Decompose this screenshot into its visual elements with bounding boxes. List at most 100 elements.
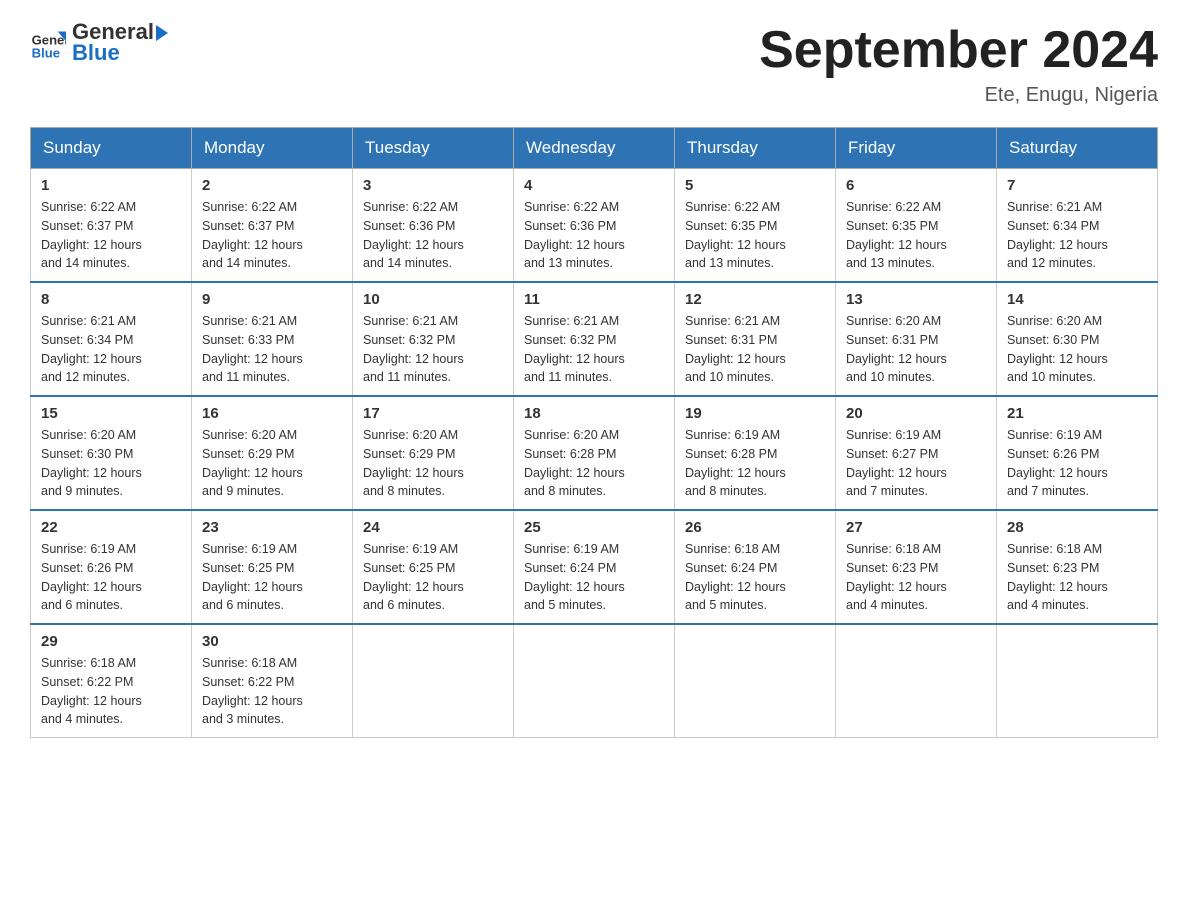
svg-text:Blue: Blue <box>32 46 60 61</box>
day-number: 21 <box>1007 405 1147 422</box>
day-info: Sunrise: 6:21 AM Sunset: 6:33 PM Dayligh… <box>202 312 342 387</box>
day-info: Sunrise: 6:22 AM Sunset: 6:37 PM Dayligh… <box>202 198 342 273</box>
table-row: 5 Sunrise: 6:22 AM Sunset: 6:35 PM Dayli… <box>675 169 836 283</box>
day-info: Sunrise: 6:21 AM Sunset: 6:32 PM Dayligh… <box>524 312 664 387</box>
calendar-week-row: 8 Sunrise: 6:21 AM Sunset: 6:34 PM Dayli… <box>31 282 1158 396</box>
calendar-week-row: 22 Sunrise: 6:19 AM Sunset: 6:26 PM Dayl… <box>31 510 1158 624</box>
table-row: 7 Sunrise: 6:21 AM Sunset: 6:34 PM Dayli… <box>997 169 1158 283</box>
calendar-week-row: 29 Sunrise: 6:18 AM Sunset: 6:22 PM Dayl… <box>31 624 1158 738</box>
table-row: 10 Sunrise: 6:21 AM Sunset: 6:32 PM Dayl… <box>353 282 514 396</box>
table-row: 2 Sunrise: 6:22 AM Sunset: 6:37 PM Dayli… <box>192 169 353 283</box>
col-thursday: Thursday <box>675 128 836 169</box>
day-number: 14 <box>1007 291 1147 308</box>
calendar-week-row: 15 Sunrise: 6:20 AM Sunset: 6:30 PM Dayl… <box>31 396 1158 510</box>
day-info: Sunrise: 6:18 AM Sunset: 6:23 PM Dayligh… <box>1007 540 1147 615</box>
table-row: 15 Sunrise: 6:20 AM Sunset: 6:30 PM Dayl… <box>31 396 192 510</box>
day-info: Sunrise: 6:20 AM Sunset: 6:29 PM Dayligh… <box>202 426 342 501</box>
day-number: 13 <box>846 291 986 308</box>
table-row: 30 Sunrise: 6:18 AM Sunset: 6:22 PM Dayl… <box>192 624 353 738</box>
day-info: Sunrise: 6:20 AM Sunset: 6:28 PM Dayligh… <box>524 426 664 501</box>
day-number: 11 <box>524 291 664 308</box>
day-number: 15 <box>41 405 181 422</box>
table-row: 12 Sunrise: 6:21 AM Sunset: 6:31 PM Dayl… <box>675 282 836 396</box>
table-row: 26 Sunrise: 6:18 AM Sunset: 6:24 PM Dayl… <box>675 510 836 624</box>
day-number: 27 <box>846 519 986 536</box>
day-info: Sunrise: 6:19 AM Sunset: 6:27 PM Dayligh… <box>846 426 986 501</box>
day-info: Sunrise: 6:18 AM Sunset: 6:23 PM Dayligh… <box>846 540 986 615</box>
table-row: 11 Sunrise: 6:21 AM Sunset: 6:32 PM Dayl… <box>514 282 675 396</box>
day-info: Sunrise: 6:18 AM Sunset: 6:22 PM Dayligh… <box>41 654 181 729</box>
table-row: 6 Sunrise: 6:22 AM Sunset: 6:35 PM Dayli… <box>836 169 997 283</box>
day-info: Sunrise: 6:18 AM Sunset: 6:24 PM Dayligh… <box>685 540 825 615</box>
day-number: 18 <box>524 405 664 422</box>
col-sunday: Sunday <box>31 128 192 169</box>
day-number: 30 <box>202 633 342 650</box>
table-row <box>675 624 836 738</box>
day-number: 29 <box>41 633 181 650</box>
table-row: 20 Sunrise: 6:19 AM Sunset: 6:27 PM Dayl… <box>836 396 997 510</box>
table-row: 3 Sunrise: 6:22 AM Sunset: 6:36 PM Dayli… <box>353 169 514 283</box>
day-info: Sunrise: 6:19 AM Sunset: 6:25 PM Dayligh… <box>363 540 503 615</box>
day-number: 4 <box>524 177 664 194</box>
day-number: 16 <box>202 405 342 422</box>
day-info: Sunrise: 6:19 AM Sunset: 6:26 PM Dayligh… <box>1007 426 1147 501</box>
table-row: 18 Sunrise: 6:20 AM Sunset: 6:28 PM Dayl… <box>514 396 675 510</box>
day-info: Sunrise: 6:19 AM Sunset: 6:28 PM Dayligh… <box>685 426 825 501</box>
table-row: 29 Sunrise: 6:18 AM Sunset: 6:22 PM Dayl… <box>31 624 192 738</box>
calendar-table: Sunday Monday Tuesday Wednesday Thursday… <box>30 127 1158 738</box>
table-row: 8 Sunrise: 6:21 AM Sunset: 6:34 PM Dayli… <box>31 282 192 396</box>
table-row: 17 Sunrise: 6:20 AM Sunset: 6:29 PM Dayl… <box>353 396 514 510</box>
day-info: Sunrise: 6:20 AM Sunset: 6:29 PM Dayligh… <box>363 426 503 501</box>
day-info: Sunrise: 6:22 AM Sunset: 6:35 PM Dayligh… <box>685 198 825 273</box>
table-row: 9 Sunrise: 6:21 AM Sunset: 6:33 PM Dayli… <box>192 282 353 396</box>
title-block: September 2024 Ete, Enugu, Nigeria <box>759 20 1158 107</box>
day-info: Sunrise: 6:18 AM Sunset: 6:22 PM Dayligh… <box>202 654 342 729</box>
table-row <box>836 624 997 738</box>
table-row: 28 Sunrise: 6:18 AM Sunset: 6:23 PM Dayl… <box>997 510 1158 624</box>
day-number: 1 <box>41 177 181 194</box>
calendar-title: September 2024 <box>759 20 1158 80</box>
day-info: Sunrise: 6:21 AM Sunset: 6:31 PM Dayligh… <box>685 312 825 387</box>
day-info: Sunrise: 6:21 AM Sunset: 6:34 PM Dayligh… <box>1007 198 1147 273</box>
table-row: 14 Sunrise: 6:20 AM Sunset: 6:30 PM Dayl… <box>997 282 1158 396</box>
day-number: 5 <box>685 177 825 194</box>
logo: General Blue General Blue <box>30 20 168 66</box>
table-row: 23 Sunrise: 6:19 AM Sunset: 6:25 PM Dayl… <box>192 510 353 624</box>
day-info: Sunrise: 6:20 AM Sunset: 6:31 PM Dayligh… <box>846 312 986 387</box>
col-friday: Friday <box>836 128 997 169</box>
day-number: 24 <box>363 519 503 536</box>
table-row: 25 Sunrise: 6:19 AM Sunset: 6:24 PM Dayl… <box>514 510 675 624</box>
table-row <box>997 624 1158 738</box>
day-info: Sunrise: 6:22 AM Sunset: 6:35 PM Dayligh… <box>846 198 986 273</box>
table-row: 13 Sunrise: 6:20 AM Sunset: 6:31 PM Dayl… <box>836 282 997 396</box>
logo-icon: General Blue <box>30 25 66 61</box>
day-number: 25 <box>524 519 664 536</box>
col-monday: Monday <box>192 128 353 169</box>
day-number: 20 <box>846 405 986 422</box>
day-number: 17 <box>363 405 503 422</box>
calendar-subtitle: Ete, Enugu, Nigeria <box>759 84 1158 107</box>
day-info: Sunrise: 6:22 AM Sunset: 6:36 PM Dayligh… <box>363 198 503 273</box>
day-info: Sunrise: 6:22 AM Sunset: 6:36 PM Dayligh… <box>524 198 664 273</box>
calendar-week-row: 1 Sunrise: 6:22 AM Sunset: 6:37 PM Dayli… <box>31 169 1158 283</box>
day-info: Sunrise: 6:21 AM Sunset: 6:32 PM Dayligh… <box>363 312 503 387</box>
table-row: 27 Sunrise: 6:18 AM Sunset: 6:23 PM Dayl… <box>836 510 997 624</box>
table-row: 1 Sunrise: 6:22 AM Sunset: 6:37 PM Dayli… <box>31 169 192 283</box>
col-wednesday: Wednesday <box>514 128 675 169</box>
day-info: Sunrise: 6:20 AM Sunset: 6:30 PM Dayligh… <box>41 426 181 501</box>
day-number: 28 <box>1007 519 1147 536</box>
day-info: Sunrise: 6:21 AM Sunset: 6:34 PM Dayligh… <box>41 312 181 387</box>
day-number: 2 <box>202 177 342 194</box>
day-number: 23 <box>202 519 342 536</box>
logo-blue-text: Blue <box>72 40 168 66</box>
table-row <box>514 624 675 738</box>
calendar-header-row: Sunday Monday Tuesday Wednesday Thursday… <box>31 128 1158 169</box>
day-info: Sunrise: 6:19 AM Sunset: 6:24 PM Dayligh… <box>524 540 664 615</box>
table-row: 22 Sunrise: 6:19 AM Sunset: 6:26 PM Dayl… <box>31 510 192 624</box>
table-row: 4 Sunrise: 6:22 AM Sunset: 6:36 PM Dayli… <box>514 169 675 283</box>
day-info: Sunrise: 6:19 AM Sunset: 6:26 PM Dayligh… <box>41 540 181 615</box>
table-row: 21 Sunrise: 6:19 AM Sunset: 6:26 PM Dayl… <box>997 396 1158 510</box>
day-number: 22 <box>41 519 181 536</box>
day-number: 26 <box>685 519 825 536</box>
page-header: General Blue General Blue September 2024… <box>30 20 1158 107</box>
